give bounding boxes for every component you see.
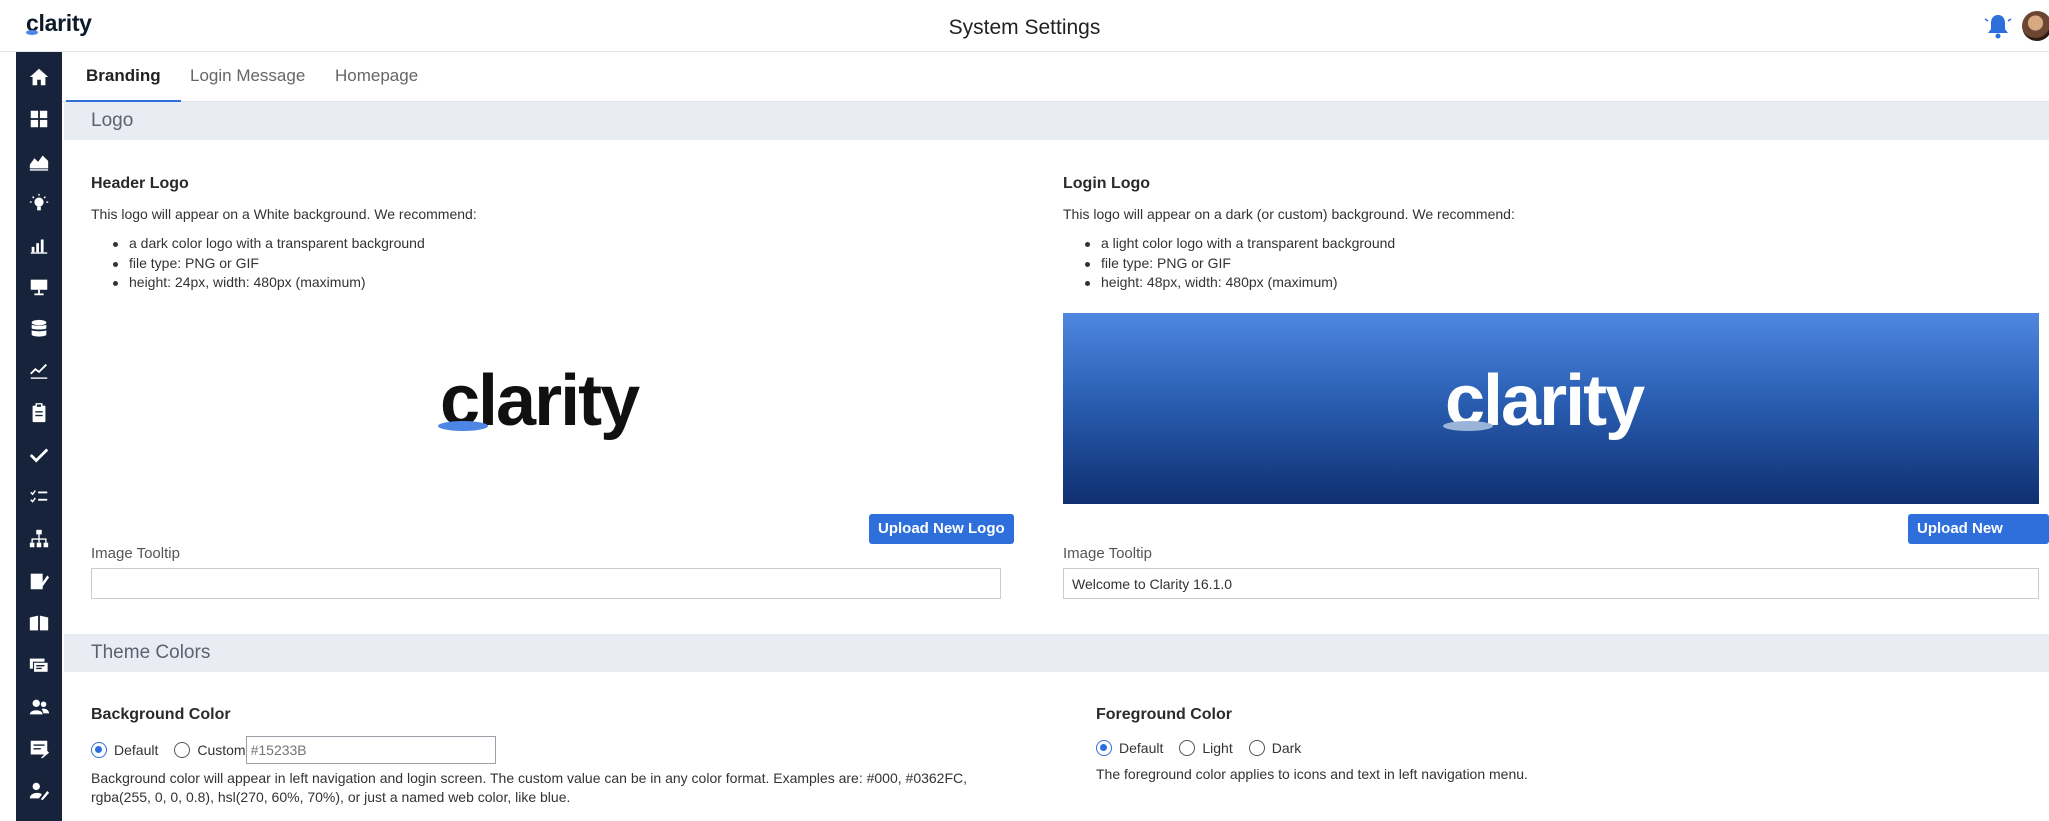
login-tooltip-input[interactable] (1063, 568, 2039, 599)
presentation-icon[interactable] (16, 270, 62, 304)
header-logo-swoosh (438, 421, 488, 431)
list-item: file type: PNG or GIF (1063, 254, 1395, 274)
background-custom-label: Custom (197, 742, 246, 758)
foreground-default-radio[interactable] (1096, 740, 1112, 756)
background-help-line1: Background color will appear in left nav… (91, 770, 968, 786)
header-tooltip-label: Image Tooltip (91, 545, 180, 562)
tab-branding[interactable]: Branding (66, 52, 181, 102)
tab-login-message[interactable]: Login Message (170, 52, 325, 102)
login-logo-swoosh (1443, 421, 1493, 431)
user-edit-icon[interactable] (16, 774, 62, 808)
checkmark-icon[interactable] (16, 438, 62, 472)
book-icon[interactable] (16, 606, 62, 640)
database-icon[interactable] (16, 312, 62, 346)
header-logo-title: Header Logo (91, 175, 189, 192)
user-avatar[interactable] (2022, 11, 2049, 41)
upload-login-logo-button[interactable]: Upload New Logo (1908, 514, 2049, 567)
dashboard-icon[interactable] (16, 102, 62, 136)
background-help-line2: rgba(255, 0, 0, 0.8), hsl(270, 60%, 70%)… (91, 789, 571, 805)
header-tooltip-input[interactable] (91, 568, 1001, 599)
login-logo-description: This logo will appear on a dark (or cust… (1063, 206, 1515, 222)
home-icon[interactable] (16, 60, 62, 94)
foreground-help: The foreground color applies to icons an… (1096, 766, 1528, 782)
foreground-default-label: Default (1119, 740, 1164, 756)
background-custom-radio[interactable] (174, 742, 191, 758)
login-logo-recommendations: a light color logo with a transparent ba… (1063, 234, 1395, 293)
background-color-options: Default Custom (91, 736, 496, 764)
lightbulb-icon[interactable] (16, 186, 62, 220)
notification-bell-icon[interactable] (1984, 12, 2012, 40)
list-item: a light color logo with a transparent ba… (1063, 234, 1395, 254)
list-item: file type: PNG or GIF (91, 254, 425, 274)
list-item: a dark color logo with a transparent bac… (91, 234, 425, 254)
theme-colors-section-header: Theme Colors (64, 634, 2049, 672)
background-default-radio[interactable] (91, 742, 107, 758)
background-color-title: Background Color (91, 706, 231, 723)
header-logo-recommendations: a dark color logo with a transparent bac… (91, 234, 425, 293)
foreground-color-options: Default Light Dark (1096, 740, 1317, 756)
edit-document-icon[interactable] (16, 564, 62, 598)
list-item: height: 48px, width: 480px (maximum) (1063, 273, 1395, 293)
id-card-icon[interactable] (16, 648, 62, 682)
login-logo-title: Login Logo (1063, 175, 1151, 192)
login-tooltip-label: Image Tooltip (1063, 545, 1152, 562)
checklist-icon[interactable] (16, 480, 62, 514)
clipboard-icon[interactable] (16, 396, 62, 430)
background-default-label: Default (114, 742, 159, 758)
page-title: System Settings (948, 16, 1101, 39)
area-chart-icon[interactable] (16, 144, 62, 178)
background-custom-input[interactable] (245, 736, 496, 764)
top-bar: clarity System Settings (0, 0, 2049, 52)
foreground-color-title: Foreground Color (1096, 706, 1232, 723)
hierarchy-icon[interactable] (16, 522, 62, 556)
foreground-light-label: Light (1202, 740, 1233, 756)
tab-homepage[interactable]: Homepage (315, 52, 438, 102)
bar-chart-icon[interactable] (16, 228, 62, 262)
list-item: height: 24px, width: 480px (maximum) (91, 273, 425, 293)
foreground-dark-label: Dark (1271, 740, 1302, 756)
people-icon[interactable] (16, 690, 62, 724)
logo-section-header: Logo (64, 102, 2049, 140)
settings-tabs: Branding Login Message Homepage (62, 52, 2049, 102)
foreground-light-radio[interactable] (1179, 740, 1196, 756)
form-icon[interactable] (16, 732, 62, 766)
header-logo-description: This logo will appear on a White backgro… (91, 206, 477, 222)
foreground-dark-radio[interactable] (1248, 740, 1265, 756)
upload-header-logo-button[interactable]: Upload New Logo (869, 514, 1014, 544)
left-navigation (16, 52, 62, 821)
line-chart-icon[interactable] (16, 354, 62, 388)
